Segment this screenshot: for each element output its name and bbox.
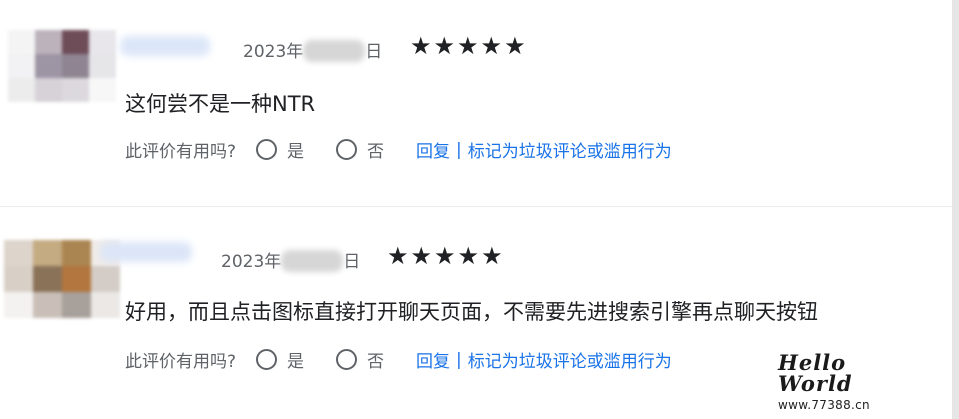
avatar-pixel [35, 78, 62, 102]
review-divider [0, 206, 952, 207]
avatar-pixel [89, 78, 116, 102]
report-abuse-link[interactable]: 标记为垃圾评论或滥用行为 [468, 347, 672, 372]
avatar-pixel [89, 30, 116, 54]
avatar-pixel [62, 266, 91, 292]
reviewer-name-redacted [100, 242, 192, 262]
link-separator: | [456, 349, 462, 370]
review-text: 这何尝不是一种NTR [125, 92, 316, 116]
avatar[interactable] [8, 30, 116, 102]
helpful-no-radio[interactable]: 否 [336, 347, 384, 372]
avatar-pixel [8, 54, 35, 78]
review-text: 好用，而且点击图标直接打开聊天页面，不需要先进搜索引擎再点聊天按钮 [125, 300, 818, 324]
avatar-pixel [62, 292, 91, 318]
avatar-pixel [35, 54, 62, 78]
avatar-pixel [62, 30, 89, 54]
avatar-pixel [89, 54, 116, 78]
avatar-pixel [4, 292, 33, 318]
helpful-prompt: 此评价有用吗? [125, 142, 237, 162]
helpful-yes-label: 是 [287, 352, 305, 372]
helpful-row: 此评价有用吗? 是 否 回复 | 标记为垃圾评论或滥用行为 [125, 137, 672, 162]
radio-circle-icon [336, 139, 358, 160]
avatar-pixel [33, 266, 62, 292]
avatar-pixel [62, 78, 89, 102]
review-date: 2023年日 [243, 40, 383, 62]
link-separator: | [456, 139, 462, 160]
helpful-no-label: 否 [367, 352, 385, 372]
watermark-title: Hello World [778, 350, 853, 396]
helpful-prompt: 此评价有用吗? [125, 352, 237, 372]
report-abuse-link[interactable]: 标记为垃圾评论或滥用行为 [468, 137, 672, 162]
radio-circle-icon [256, 349, 278, 370]
review-date: 2023年日 [221, 250, 361, 272]
avatar-pixel [35, 30, 62, 54]
avatar-pixel [4, 240, 33, 266]
avatar-pixel [91, 292, 120, 318]
helpful-yes-label: 是 [287, 142, 305, 162]
window-edge [952, 0, 959, 419]
radio-circle-icon [336, 349, 358, 370]
watermark: Hello World www.77388.cn [778, 352, 928, 412]
helpful-row: 此评价有用吗? 是 否 回复 | 标记为垃圾评论或滥用行为 [125, 347, 672, 372]
avatar-pixel [4, 266, 33, 292]
avatar-pixel [8, 30, 35, 54]
radio-circle-icon [256, 139, 278, 160]
avatar-pixel [91, 266, 120, 292]
star-rating: ★★★★★ [387, 242, 505, 270]
avatar-pixel [62, 54, 89, 78]
reply-link[interactable]: 回复 [416, 137, 450, 162]
helpful-yes-radio[interactable]: 是 [256, 137, 304, 162]
watermark-url: www.77388.cn [778, 398, 870, 412]
review-card: 2023年日 ★★★★★ 这何尝不是一种NTR 此评价有用吗? 是 否 回复 |… [0, 0, 952, 200]
helpful-yes-radio[interactable]: 是 [256, 347, 304, 372]
avatar-pixel [62, 240, 91, 266]
avatar-pixel [33, 240, 62, 266]
helpful-no-label: 否 [367, 142, 385, 162]
date-redaction [281, 250, 344, 272]
reviewer-name-redacted [120, 36, 210, 56]
avatar-pixel [33, 292, 62, 318]
date-redaction [303, 40, 366, 62]
avatar-pixel [8, 78, 35, 102]
reply-link[interactable]: 回复 [416, 347, 450, 372]
star-rating: ★★★★★ [410, 32, 528, 60]
helpful-no-radio[interactable]: 否 [336, 137, 384, 162]
